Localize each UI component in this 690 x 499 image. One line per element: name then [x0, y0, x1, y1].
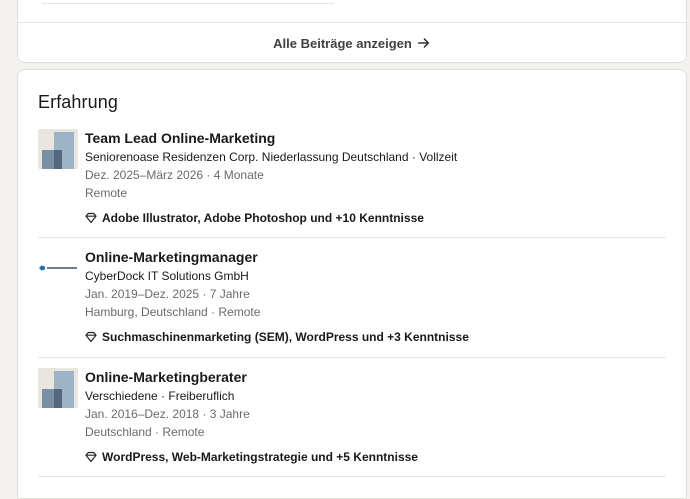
diamond-icon: [85, 331, 97, 343]
divider: [38, 237, 666, 238]
company-name: CyberDock IT Solutions GmbH: [85, 269, 249, 283]
skills-label: Suchmaschinenmarketing (SEM), WordPress …: [102, 330, 469, 344]
arrow-right-icon: [417, 38, 430, 48]
employment-dates: Jan. 2019–Dez. 2025 · 7 Jahre: [85, 287, 250, 301]
diamond-icon: [85, 451, 97, 463]
company-logo[interactable]: [38, 368, 78, 408]
skills-label: WordPress, Web-Marketingstrategie und +5…: [102, 450, 418, 464]
company-name: Seniorenoase Residenzen Corp. Niederlass…: [85, 150, 458, 164]
diamond-icon: [85, 212, 97, 224]
job-title[interactable]: Online-Marketingberater: [85, 367, 666, 387]
cyberdock-logo-icon: [39, 265, 77, 271]
job-location: Hamburg, Deutschland · Remote: [85, 305, 261, 319]
employment-dates: Jan. 2016–Dez. 2018 · 3 Jahre: [85, 407, 250, 421]
activity-card: Alle Beiträge anzeigen: [17, 0, 687, 63]
previous-post-edge: [42, 0, 334, 4]
skills-link[interactable]: Suchmaschinenmarketing (SEM), WordPress …: [85, 328, 666, 346]
job-title[interactable]: Online-Marketingmanager: [85, 247, 666, 267]
company-logo[interactable]: [38, 248, 78, 288]
job-title[interactable]: Team Lead Online-Marketing: [85, 128, 666, 148]
skills-link[interactable]: Adobe Illustrator, Adobe Photoshop und +…: [85, 209, 666, 227]
employment-dates: Dez. 2025–März 2026 · 4 Monate: [85, 168, 264, 182]
skills-label: Adobe Illustrator, Adobe Photoshop und +…: [102, 211, 424, 225]
job-location: Deutschland · Remote: [85, 425, 205, 439]
experience-card: Erfahrung Team Lead Online-Marketing Sen…: [17, 69, 687, 499]
divider: [38, 357, 666, 358]
show-all-posts-label: Alle Beiträge anzeigen: [273, 35, 412, 51]
skills-link[interactable]: WordPress, Web-Marketingstrategie und +5…: [85, 448, 666, 466]
company-name: Verschiedene · Freiberuflich: [85, 389, 235, 403]
section-title: Erfahrung: [38, 92, 118, 112]
job-location: Remote: [85, 186, 128, 200]
company-logo[interactable]: [38, 129, 78, 169]
show-all-posts-button[interactable]: Alle Beiträge anzeigen: [18, 22, 686, 64]
divider: [38, 476, 666, 477]
